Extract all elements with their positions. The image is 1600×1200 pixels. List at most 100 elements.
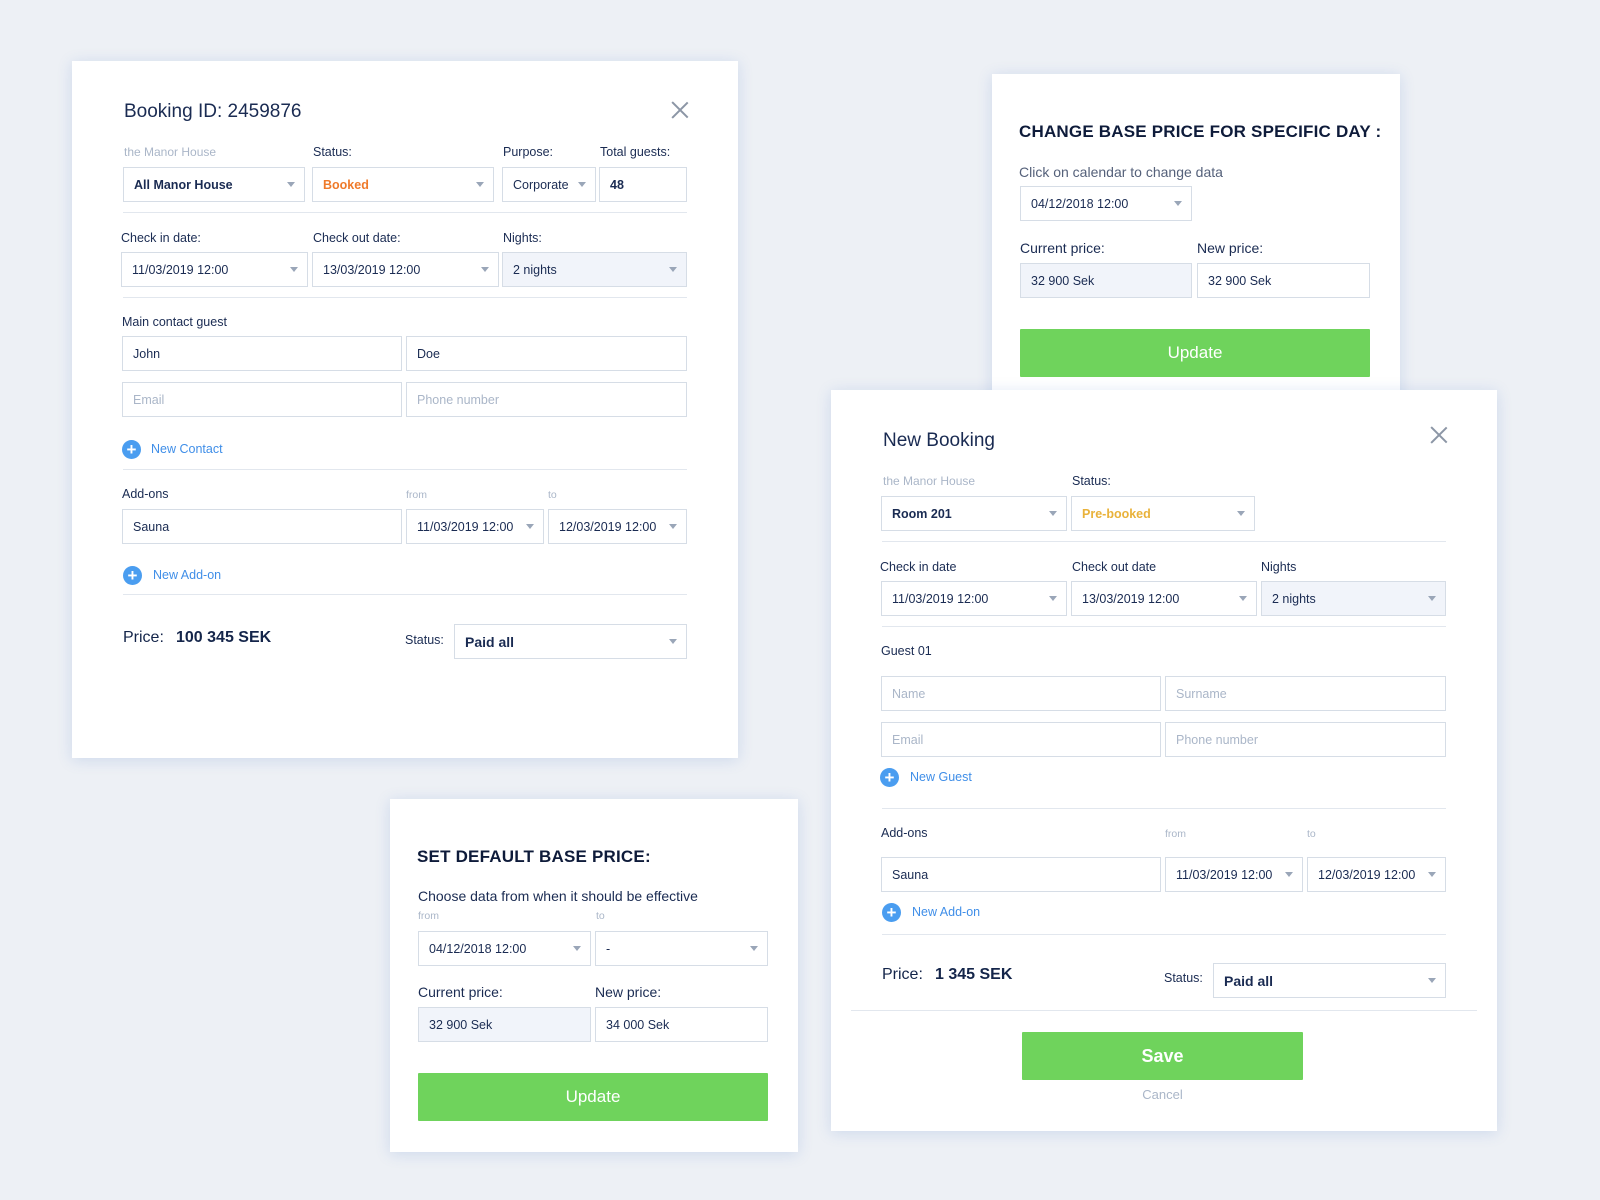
booking-detail-card: Booking ID: 2459876 the Manor House Stat… <box>72 61 738 758</box>
payment-status-label: Status: <box>1164 971 1203 985</box>
price-value: 100 345 SEK <box>176 629 272 646</box>
divider <box>123 594 687 595</box>
close-icon[interactable] <box>1430 426 1448 444</box>
status-select[interactable]: Pre-booked <box>1071 496 1255 531</box>
addon-to-value: 12/03/2019 12:00 <box>1318 867 1416 882</box>
change-price-card: CHANGE BASE PRICE FOR SPECIFIC DAY : Cli… <box>992 74 1400 407</box>
purpose-label: Purpose: <box>503 145 554 159</box>
chevron-down-icon <box>669 267 677 272</box>
update-button[interactable]: Update <box>1020 329 1370 377</box>
checkin-label: Check in date: <box>121 231 201 245</box>
checkout-select[interactable]: 13/03/2019 12:00 <box>1071 581 1257 616</box>
date-value: 04/12/2018 12:00 <box>1031 196 1129 211</box>
payment-status-label: Status: <box>405 633 444 647</box>
nights-value: 2 nights <box>1272 591 1316 606</box>
to-date-select[interactable]: - <box>595 931 768 966</box>
guest-label: Guest 01 <box>881 644 932 658</box>
date-select[interactable]: 04/12/2018 12:00 <box>1020 186 1192 221</box>
plus-icon[interactable]: + <box>123 566 142 585</box>
nights-select[interactable]: 2 nights <box>1261 581 1446 616</box>
new-contact-link[interactable]: New Contact <box>151 442 223 456</box>
name-field[interactable]: Name <box>881 676 1161 711</box>
chevron-down-icon <box>1174 201 1182 206</box>
room-select[interactable]: Room 201 <box>881 496 1067 531</box>
default-price-title: SET DEFAULT BASE PRICE: <box>417 847 651 866</box>
new-price-field[interactable]: 34 000 Sek <box>595 1007 768 1042</box>
update-button[interactable]: Update <box>418 1073 768 1121</box>
main-contact-label: Main contact guest <box>122 315 227 329</box>
name-placeholder: Name <box>892 686 926 701</box>
phone-field[interactable]: Phone number <box>406 382 687 417</box>
chevron-down-icon <box>481 267 489 272</box>
payment-status-select[interactable]: Paid all <box>1213 963 1446 998</box>
cancel-button[interactable]: Cancel <box>1022 1087 1303 1102</box>
addon-field[interactable]: Sauna <box>881 857 1161 892</box>
addon-from-select[interactable]: 11/03/2019 12:00 <box>1165 857 1303 892</box>
new-addon-link[interactable]: New Add-on <box>153 568 221 582</box>
first-name-field[interactable]: John <box>122 336 402 371</box>
surname-field[interactable]: Surname <box>1165 676 1446 711</box>
phone-field[interactable]: Phone number <box>1165 722 1446 757</box>
addon-to-select[interactable]: 12/03/2019 12:00 <box>548 509 687 544</box>
new-price-field[interactable]: 32 900 Sek <box>1197 263 1370 298</box>
new-addon-link[interactable]: New Add-on <box>912 905 980 919</box>
addons-label: Add-ons <box>122 487 169 501</box>
chevron-down-icon <box>1049 511 1057 516</box>
purpose-select[interactable]: Corporate <box>502 167 596 202</box>
current-price-value: 32 900 Sek <box>429 1017 493 1032</box>
addon-to-value: 12/03/2019 12:00 <box>559 519 657 534</box>
nights-select[interactable]: 2 nights <box>502 252 687 287</box>
checkout-label: Check out date <box>1072 560 1157 574</box>
addon-to-label: to <box>1307 828 1316 840</box>
chevron-down-icon <box>1428 978 1436 983</box>
phone-placeholder: Phone number <box>1176 732 1259 747</box>
property-select[interactable]: All Manor House <box>123 167 305 202</box>
change-price-title: CHANGE BASE PRICE FOR SPECIFIC DAY : <box>1019 122 1382 141</box>
current-price-field: 32 900 Sek <box>1020 263 1192 298</box>
new-price-value: 34 000 Sek <box>606 1017 670 1032</box>
chevron-down-icon <box>476 182 484 187</box>
property-label: the Manor House <box>883 474 976 488</box>
checkout-value: 13/03/2019 12:00 <box>323 262 421 277</box>
chevron-down-icon <box>1428 872 1436 877</box>
nights-label: Nights: <box>503 231 542 245</box>
divider <box>123 297 687 298</box>
current-price-value: 32 900 Sek <box>1031 273 1095 288</box>
chevron-down-icon <box>1237 511 1245 516</box>
from-date-select[interactable]: 04/12/2018 12:00 <box>418 931 591 966</box>
email-field[interactable]: Email <box>881 722 1161 757</box>
addon-from-select[interactable]: 11/03/2019 12:00 <box>406 509 544 544</box>
booking-title: Booking ID: 2459876 <box>124 101 302 122</box>
chevron-down-icon <box>1428 596 1436 601</box>
payment-status-select[interactable]: Paid all <box>454 624 687 659</box>
nights-label: Nights <box>1261 560 1297 574</box>
nights-value: 2 nights <box>513 262 557 277</box>
default-price-card: SET DEFAULT BASE PRICE: Choose data from… <box>390 799 798 1152</box>
plus-icon[interactable]: + <box>880 768 899 787</box>
new-price-label: New price: <box>595 984 662 1000</box>
divider <box>123 212 687 213</box>
plus-icon[interactable]: + <box>122 440 141 459</box>
chevron-down-icon <box>669 524 677 529</box>
checkin-select[interactable]: 11/03/2019 12:00 <box>881 581 1067 616</box>
addon-to-select[interactable]: 12/03/2019 12:00 <box>1307 857 1446 892</box>
new-guest-link[interactable]: New Guest <box>910 770 972 784</box>
status-select[interactable]: Booked <box>312 167 494 202</box>
total-guests-input[interactable]: 48 <box>599 167 687 202</box>
new-booking-card: New Booking the Manor House Status: Room… <box>831 390 1497 1131</box>
email-field[interactable]: Email <box>122 382 402 417</box>
checkout-select[interactable]: 13/03/2019 12:00 <box>312 252 499 287</box>
addon-field[interactable]: Sauna <box>122 509 402 544</box>
room-value: Room 201 <box>892 506 952 521</box>
save-button[interactable]: Save <box>1022 1032 1303 1080</box>
price-label: Price: <box>123 629 164 646</box>
checkin-select[interactable]: 11/03/2019 12:00 <box>121 252 308 287</box>
from-date-value: 04/12/2018 12:00 <box>429 941 527 956</box>
addon-value: Sauna <box>892 867 929 882</box>
addon-from-value: 11/03/2019 12:00 <box>417 519 514 534</box>
email-placeholder: Email <box>133 392 165 407</box>
divider <box>882 626 1446 627</box>
close-icon[interactable] <box>671 101 689 119</box>
last-name-field[interactable]: Doe <box>406 336 687 371</box>
plus-icon[interactable]: + <box>882 903 901 922</box>
